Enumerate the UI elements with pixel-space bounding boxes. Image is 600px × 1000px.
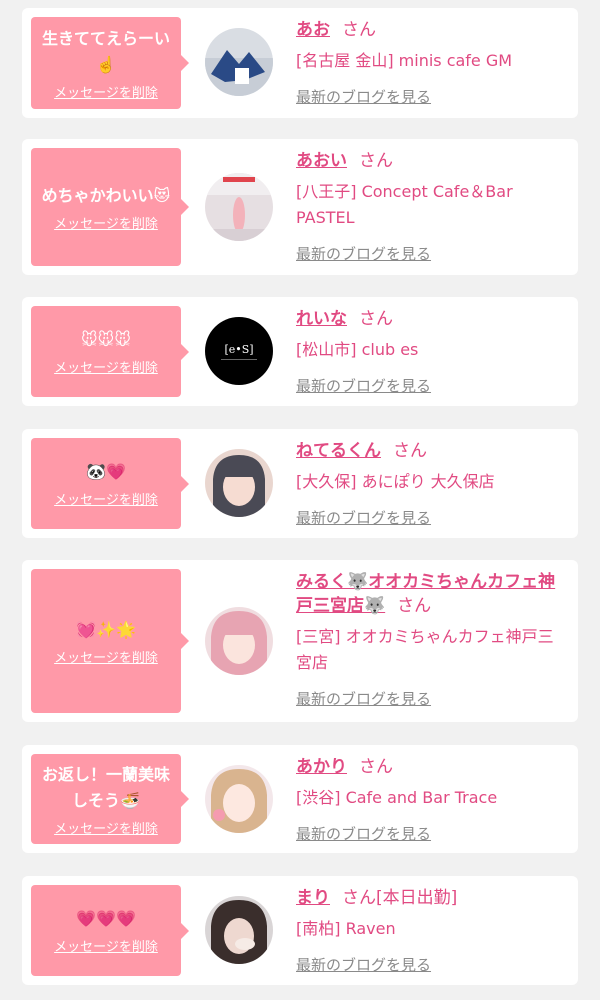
delete-message-link[interactable]: メッセージを削除 <box>54 213 158 232</box>
message-bubble: 💓✨🌟 メッセージを削除 <box>31 569 189 713</box>
cast-card: 🐭🐭🐭 メッセージを削除 [e•S] れいな さん [松山市] club es 最… <box>22 297 578 406</box>
cast-name-link[interactable]: あおい <box>296 151 347 171</box>
honorific: さん <box>359 309 393 329</box>
shop-name: [八王子] Concept Cafe＆Bar PASTEL <box>296 182 513 227</box>
cast-info: ねてるくん さん [大久保] あにぽり 大久保店 最新のブログを見る <box>296 439 566 528</box>
cast-info: あかり さん [渋谷] Cafe and Bar Trace 最新のブログを見る <box>296 755 566 844</box>
cast-name-link[interactable]: まり <box>296 888 330 908</box>
shop-name: [名古屋 金山] minis cafe GM <box>296 51 513 70</box>
avatar[interactable] <box>205 765 273 833</box>
cast-info: あお さん [名古屋 金山] minis cafe GM 最新のブログを見る <box>296 18 566 107</box>
latest-blog-link[interactable]: 最新のブログを見る <box>296 954 431 975</box>
cast-info: みるく🐺オオカミちゃんカフェ神戸三宮店🐺 さん [三宮] オオカミちゃんカフェ神戸… <box>296 570 566 709</box>
status-tag: [本日出勤] <box>376 888 458 908</box>
delete-message-link[interactable]: メッセージを削除 <box>54 818 158 837</box>
latest-blog-link[interactable]: 最新のブログを見る <box>296 823 431 844</box>
honorific: さん <box>342 888 376 908</box>
avatar[interactable] <box>205 896 273 964</box>
cast-message-list: 生きててえらーい☝️ メッセージを削除 あお さん [名古屋 金山] minis … <box>0 0 600 1000</box>
cast-info: まり さん[本日出勤] [南柏] Raven 最新のブログを見る <box>296 886 566 975</box>
cast-name-link[interactable]: あお <box>296 20 330 40</box>
latest-blog-link[interactable]: 最新のブログを見る <box>296 243 431 264</box>
message-text: 🐼💗 <box>86 462 126 481</box>
message-bubble: 🐼💗 メッセージを削除 <box>31 438 189 529</box>
message-text: 🐭🐭🐭 <box>80 330 132 349</box>
message-bubble: 💗💗💗 メッセージを削除 <box>31 885 189 976</box>
latest-blog-link[interactable]: 最新のブログを見る <box>296 507 431 528</box>
cast-name-link[interactable]: あかり <box>296 757 347 777</box>
cast-info: れいな さん [松山市] club es 最新のブログを見る <box>296 307 566 396</box>
message-text: めちゃかわいい😻 <box>41 185 171 205</box>
cast-card: 💗💗💗 メッセージを削除 まり さん[本日出勤] [南柏] Raven 最新のブロ… <box>22 876 578 985</box>
delete-message-link[interactable]: メッセージを削除 <box>54 82 158 101</box>
honorific: さん <box>359 151 393 171</box>
latest-blog-link[interactable]: 最新のブログを見る <box>296 86 431 107</box>
shop-name: [三宮] オオカミちゃんカフェ神戸三宮店 <box>296 627 554 672</box>
message-text: お返し！一蘭美味しそう🍜 <box>41 764 170 810</box>
message-text: 💗💗💗 <box>76 909 136 928</box>
avatar[interactable] <box>205 607 273 675</box>
avatar[interactable] <box>205 173 273 241</box>
message-bubble: 🐭🐭🐭 メッセージを削除 <box>31 306 189 397</box>
cast-card: めちゃかわいい😻 メッセージを削除 あおい さん [八王子] Concept Ca… <box>22 139 578 275</box>
cast-card: 生きててえらーい☝️ メッセージを削除 あお さん [名古屋 金山] minis … <box>22 8 578 118</box>
shop-name: [大久保] あにぽり 大久保店 <box>296 472 495 491</box>
cast-name-link[interactable]: ねてるくん <box>296 441 381 461</box>
honorific: さん <box>359 757 393 777</box>
avatar[interactable] <box>205 28 273 96</box>
avatar[interactable] <box>205 449 273 517</box>
honorific: さん <box>342 20 376 40</box>
logo-icon: [e•S] <box>224 343 253 356</box>
shop-name: [松山市] club es <box>296 340 419 359</box>
avatar[interactable]: [e•S] <box>205 317 273 385</box>
delete-message-link[interactable]: メッセージを削除 <box>54 489 158 508</box>
cast-card: 💓✨🌟 メッセージを削除 みるく🐺オオカミちゃんカフェ神戸三宮店🐺 さん [三宮]… <box>22 560 578 722</box>
cast-card: 🐼💗 メッセージを削除 ねてるくん さん [大久保] あにぽり 大久保店 最新のブ… <box>22 429 578 538</box>
honorific: さん <box>393 441 427 461</box>
cast-card: お返し！一蘭美味しそう🍜 メッセージを削除 あかり さん [渋谷] Cafe an… <box>22 745 578 853</box>
message-bubble: めちゃかわいい😻 メッセージを削除 <box>31 148 189 266</box>
message-bubble: 生きててえらーい☝️ メッセージを削除 <box>31 17 189 109</box>
cast-name-link[interactable]: れいな <box>296 309 347 329</box>
message-text: 💓✨🌟 <box>76 619 136 639</box>
latest-blog-link[interactable]: 最新のブログを見る <box>296 375 431 396</box>
shop-name: [南柏] Raven <box>296 919 396 938</box>
message-bubble: お返し！一蘭美味しそう🍜 メッセージを削除 <box>31 754 189 844</box>
delete-message-link[interactable]: メッセージを削除 <box>54 357 158 376</box>
shop-name: [渋谷] Cafe and Bar Trace <box>296 788 498 807</box>
cast-info: あおい さん [八王子] Concept Cafe＆Bar PASTEL 最新のブ… <box>296 149 566 264</box>
delete-message-link[interactable]: メッセージを削除 <box>54 647 158 666</box>
honorific: さん <box>397 596 432 616</box>
message-text: 生きててえらーい☝️ <box>41 28 170 74</box>
delete-message-link[interactable]: メッセージを削除 <box>54 936 158 955</box>
latest-blog-link[interactable]: 最新のブログを見る <box>296 688 431 709</box>
